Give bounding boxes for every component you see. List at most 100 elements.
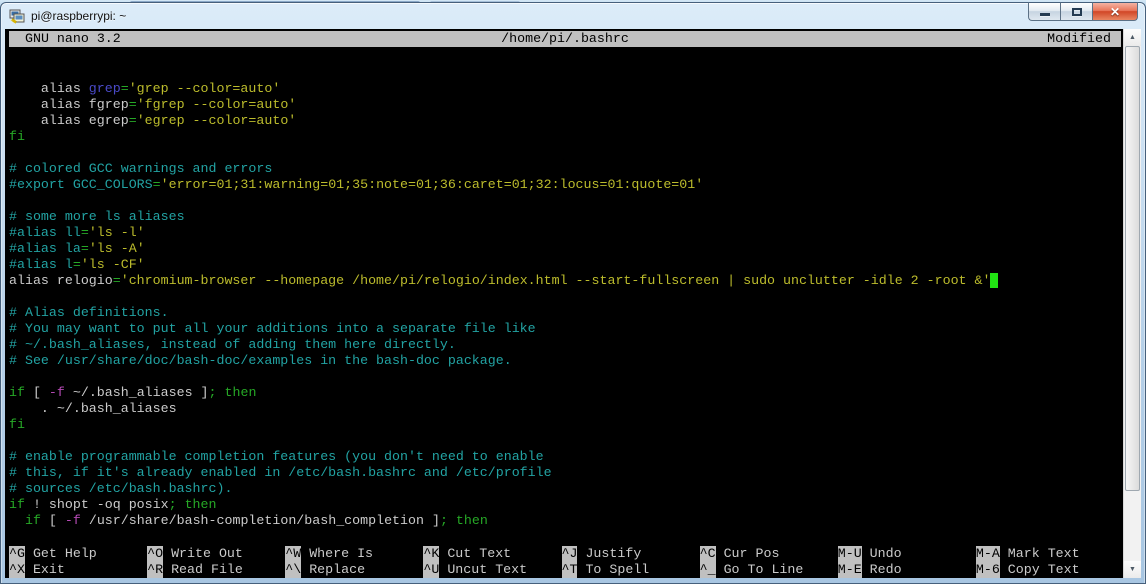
editor-line: # You may want to put all your additions…	[9, 321, 536, 336]
window-titlebar[interactable]: pi@raspberrypi: ~ ✕	[1, 2, 1145, 28]
shortcut-key: M-E	[837, 562, 862, 578]
editor-line: #alias la='ls -A'	[9, 241, 145, 256]
shortcut-go-to-line[interactable]: ^_ Go To Line	[699, 562, 838, 578]
editor-line: . ~/.bash_aliases	[9, 401, 177, 416]
editor-line: # ~/.bash_aliases, instead of adding the…	[9, 337, 456, 352]
shortcut-to-spell[interactable]: ^T To Spell	[561, 562, 700, 578]
editor-line: # sources /etc/bash.bashrc).	[9, 481, 233, 496]
shortcut-row: ^G Get Help ^O Write Out ^W Where Is ^K Cut…	[9, 546, 1123, 562]
putty-icon	[9, 8, 25, 24]
scrollbar-track[interactable]	[1124, 46, 1141, 561]
editor-line: alias relogio='chromium-browser --homepa…	[9, 273, 1123, 289]
editor-line: #alias ll='ls -l'	[9, 225, 145, 240]
shortcut-key: ^K	[423, 546, 440, 562]
shortcut-key: ^\	[285, 562, 302, 578]
shortcut-undo[interactable]: M-U Undo	[837, 546, 976, 562]
editor-line: if [ -f /usr/share/bash-completion/bash_…	[24, 513, 488, 528]
scroll-down-arrow[interactable]: ▼	[1124, 561, 1141, 578]
editor-empty-area	[9, 529, 1123, 546]
scrollbar-thumb[interactable]	[1125, 46, 1140, 491]
terminal[interactable]: GNU nano 3.2 /home/pi/.bashrc Modified a…	[5, 29, 1123, 578]
editor-line: if ! shopt -oq posix; then	[9, 497, 217, 512]
shortcut-key: ^O	[147, 546, 164, 562]
editor-line: # some more ls aliases	[9, 209, 185, 224]
screen: pi@raspberrypi: ~ ✕ GNU nano 3.2 /home/p…	[0, 0, 1146, 584]
shortcut-replace[interactable]: ^\ Replace	[285, 562, 423, 578]
maximize-icon	[1071, 7, 1082, 16]
terminal-frame: GNU nano 3.2 /home/pi/.bashrc Modified a…	[1, 29, 1145, 583]
putty-window: pi@raspberrypi: ~ ✕ GNU nano 3.2 /home/p…	[0, 2, 1146, 584]
shortcut-label: To Spell	[577, 562, 650, 577]
shortcut-key: ^G	[9, 546, 25, 562]
maximize-button[interactable]	[1060, 2, 1092, 21]
nano-shortcut-bar: ^G Get Help ^O Write Out ^W Where Is ^K Cut…	[9, 546, 1123, 578]
shortcut-label: Cur Pos	[715, 546, 780, 561]
editor-line: # this, if it's already enabled in /etc/…	[9, 465, 552, 480]
shortcut-read-file[interactable]: ^R Read File	[147, 562, 285, 578]
window-controls: ✕	[1028, 2, 1138, 21]
editor-line: # See /usr/share/doc/bash-doc/examples i…	[9, 353, 512, 368]
editor-line: if [ -f ~/.bash_aliases ]; then	[9, 385, 257, 400]
shortcut-copy-text[interactable]: M-6 Copy Text	[975, 562, 1114, 578]
shortcut-exit[interactable]: ^X Exit	[9, 562, 147, 578]
minimize-button[interactable]	[1028, 2, 1060, 21]
nano-editor[interactable]: alias grep='grep --color=auto' alias fgr…	[9, 49, 1123, 529]
shortcut-label: Uncut Text	[439, 562, 528, 577]
shortcut-key: ^T	[561, 562, 578, 578]
editor-line: # Alias definitions.	[9, 305, 169, 320]
shortcut-label: Read File	[163, 562, 243, 577]
editor-line: alias egrep='egrep --color=auto'	[9, 113, 297, 128]
nano-modified-status: Modified	[1047, 31, 1111, 46]
shortcut-key: ^C	[699, 546, 716, 562]
scrollbar[interactable]: ▲ ▼	[1123, 29, 1141, 578]
window-title: pi@raspberrypi: ~	[31, 8, 127, 23]
shortcut-cur-pos[interactable]: ^C Cur Pos	[699, 546, 838, 562]
editor-line: alias grep='grep --color=auto'	[41, 81, 281, 96]
shortcut-justify[interactable]: ^J Justify	[561, 546, 700, 562]
shortcut-key: M-U	[837, 546, 862, 562]
shortcut-key: ^U	[423, 562, 440, 578]
shortcut-label: Undo	[861, 546, 902, 561]
shortcut-key: ^X	[9, 562, 25, 578]
shortcut-label: Get Help	[24, 546, 97, 561]
shortcut-label: Write Out	[163, 546, 243, 561]
shortcut-label: Where Is	[301, 546, 374, 561]
shortcut-uncut-text[interactable]: ^U Uncut Text	[423, 562, 561, 578]
shortcut-where-is[interactable]: ^W Where Is	[285, 546, 423, 562]
shortcut-key: ^W	[285, 546, 302, 562]
editor-line: # enable programmable completion feature…	[9, 449, 544, 464]
shortcut-label: Redo	[861, 562, 902, 577]
editor-line: fi	[9, 129, 25, 144]
shortcut-key: M-A	[975, 546, 1000, 562]
editor-line: #alias l='ls -CF'	[9, 257, 145, 272]
shortcut-label: Replace	[301, 562, 366, 577]
shortcut-label: Justify	[577, 546, 642, 561]
shortcut-label: Copy Text	[999, 562, 1080, 577]
close-button[interactable]: ✕	[1092, 2, 1138, 21]
shortcut-label: Go To Line	[715, 562, 804, 577]
close-icon: ✕	[1109, 4, 1121, 19]
text-cursor	[990, 273, 999, 288]
shortcut-key: ^_	[699, 562, 716, 578]
editor-line: alias fgrep='fgrep --color=auto'	[41, 97, 297, 112]
scroll-up-arrow[interactable]: ▲	[1124, 29, 1141, 46]
shortcut-redo[interactable]: M-E Redo	[837, 562, 976, 578]
editor-line: # colored GCC warnings and errors	[9, 161, 273, 176]
shortcut-row: ^X Exit ^R Read File ^\ Replace ^U Uncut Te…	[9, 562, 1123, 578]
shortcut-label: Exit	[24, 562, 65, 577]
shortcut-mark-text[interactable]: M-A Mark Text	[975, 546, 1114, 562]
minimize-icon	[1039, 13, 1050, 16]
shortcut-write-out[interactable]: ^O Write Out	[147, 546, 285, 562]
shortcut-cut-text[interactable]: ^K Cut Text	[423, 546, 561, 562]
shortcut-key: ^R	[147, 562, 164, 578]
shortcut-get-help[interactable]: ^G Get Help	[9, 546, 147, 562]
shortcut-label: Cut Text	[439, 546, 512, 561]
nano-file-path: /home/pi/.bashrc	[501, 31, 629, 46]
